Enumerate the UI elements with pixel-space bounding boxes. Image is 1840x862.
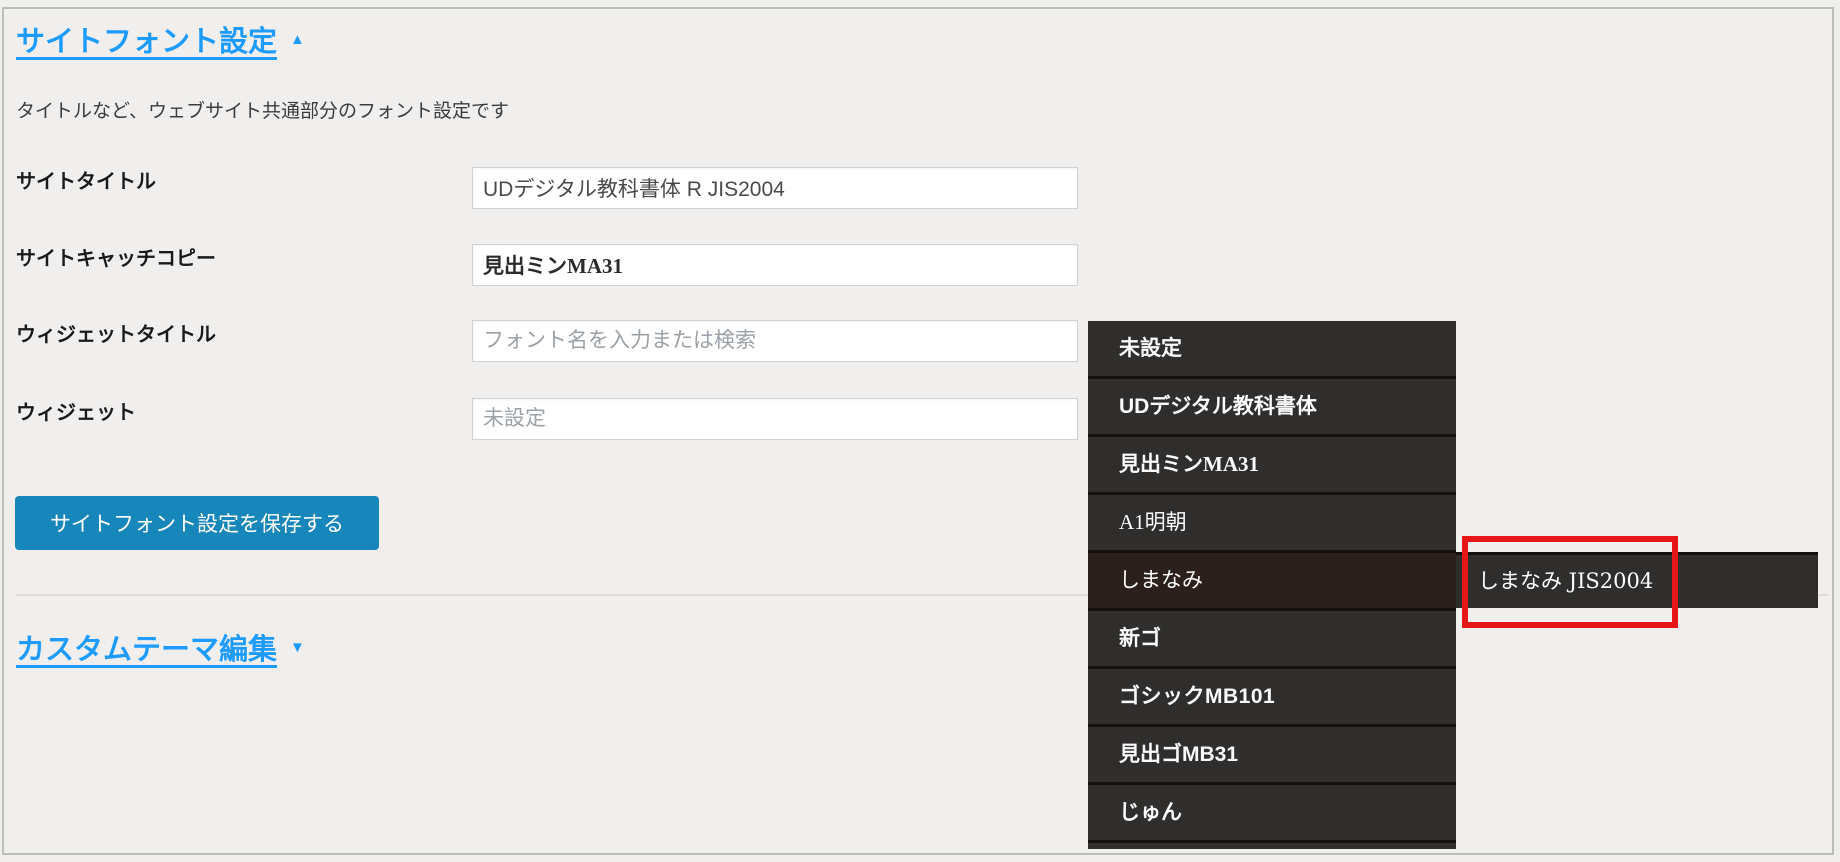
custom-theme-edit-heading: カスタムテーマ編集 ▼ [16,626,305,668]
widget-title-label: ウィジェットタイトル [16,322,216,348]
menu-item-shimanami[interactable]: しまなみ [1088,553,1456,611]
menu-item-jun[interactable]: じゅん [1088,785,1456,843]
widget-label: ウィジェット [16,400,136,426]
save-site-font-settings-button[interactable]: サイトフォント設定を保存する [15,496,379,550]
form-row-widget: ウィジェット [0,398,1100,440]
collapse-arrow-icon: ▲ [290,32,305,47]
submenu-item-shimanami-jis2004[interactable]: しまなみ JIS2004 [1456,552,1818,608]
menu-item-shin-go[interactable]: 新ゴ [1088,611,1456,669]
widget-title-font-input[interactable] [472,320,1078,362]
custom-theme-edit-toggle-link[interactable]: カスタムテーマ編集 [16,626,277,668]
menu-item-ud-digital[interactable]: UDデジタル教科書体 [1088,379,1456,437]
expand-arrow-icon: ▼ [290,640,305,655]
menu-item-midashi-go-mb31[interactable]: 見出ゴMB31 [1088,727,1456,785]
site-font-settings-toggle-link[interactable]: サイトフォント設定 [16,18,277,60]
menu-item-unset[interactable]: 未設定 [1088,321,1456,379]
form-row-site-title: サイトタイトル [0,167,1100,209]
site-title-label: サイトタイトル [16,169,156,195]
section-description: タイトルなど、ウェブサイト共通部分のフォント設定です [16,96,509,123]
site-catchcopy-font-input[interactable] [472,244,1078,286]
menu-item-midashi-min-ma31[interactable]: 見出ミンMA31 [1088,437,1456,495]
widget-font-input[interactable] [472,398,1078,440]
font-dropdown-menu: 未設定 UDデジタル教科書体 見出ミンMA31 A1明朝 しまなみ 新ゴ ゴシッ… [1088,321,1456,849]
site-font-settings-heading: サイトフォント設定 ▲ [16,18,305,60]
site-title-font-input[interactable] [472,167,1078,209]
site-catchcopy-label: サイトキャッチコピー [16,246,216,272]
menu-item-gothic-mb101[interactable]: ゴシックMB101 [1088,669,1456,727]
menu-item-partial[interactable] [1088,843,1456,849]
form-row-site-catchcopy: サイトキャッチコピー [0,244,1100,286]
form-row-widget-title: ウィジェットタイトル [0,320,1100,362]
menu-item-a1-mincho[interactable]: A1明朝 [1088,495,1456,553]
